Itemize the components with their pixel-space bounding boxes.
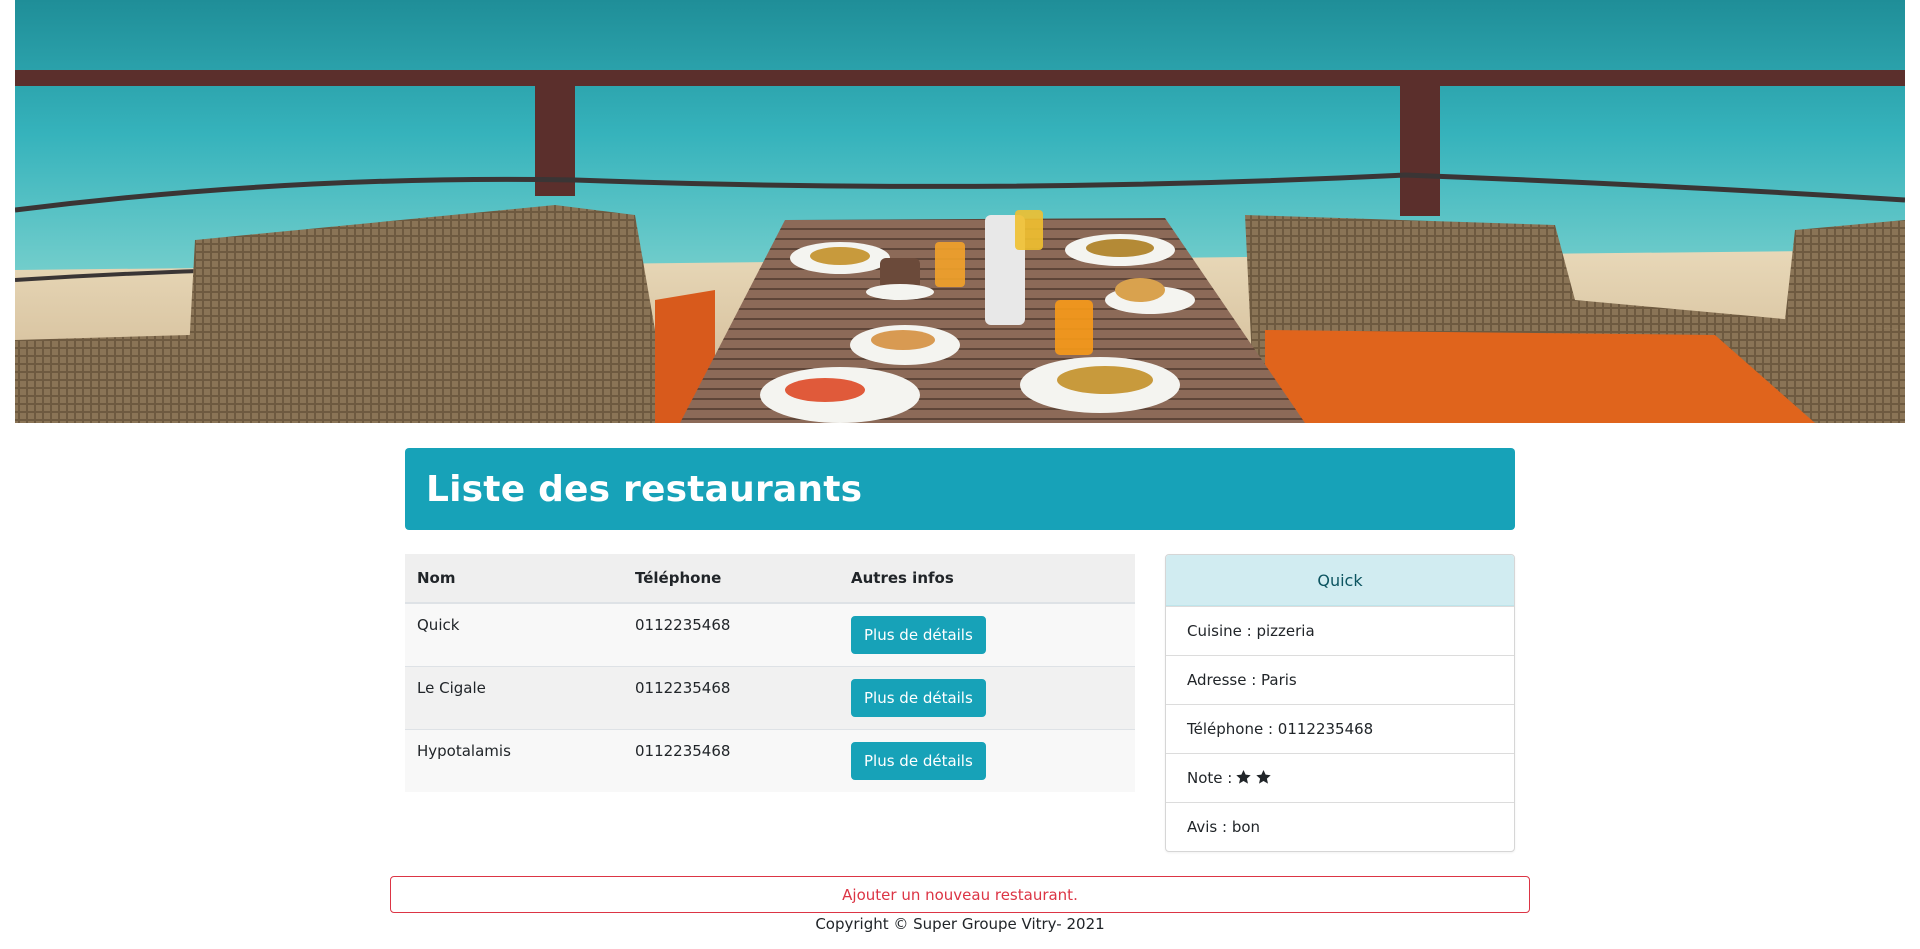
column-header-phone: Téléphone [623,554,839,604]
detail-rating-label: Note : [1187,769,1233,787]
table-row: Hypotalamis 0112235468 Plus de détails [405,729,1135,792]
page-title: Liste des restaurants [426,468,863,510]
table-row: Quick 0112235468 Plus de détails [405,603,1135,666]
detail-cuisine: Cuisine : pizzeria [1166,606,1514,655]
detail-review: Avis : bon [1166,802,1514,851]
details-cell: Plus de détails [839,666,1135,729]
restaurant-name: Le Cigale [417,678,486,697]
details-button[interactable]: Plus de détails [851,678,986,717]
restaurant-name: Hypotalamis [417,741,511,760]
detail-phone: Téléphone : 0112235468 [1166,704,1514,753]
restaurant-name: Quick [417,616,460,634]
column-header-name: Nom [405,554,623,604]
star-icon [1236,770,1252,784]
details-cell: Plus de détails [839,603,1135,666]
detail-address: Adresse : Paris [1166,655,1514,704]
restaurant-detail-card: Quick Cuisine : pizzeria Adresse : Paris… [1165,554,1515,852]
table-header-row: Nom Téléphone Autres infos [405,554,1135,604]
rating-stars [1232,769,1272,787]
detail-rating: Note : [1166,753,1514,802]
details-button[interactable]: Plus de détails [851,741,986,780]
hero-photo [15,0,1905,423]
star-icon [1256,770,1272,784]
page-title-banner: Liste des restaurants [405,448,1515,530]
restaurants-table: Nom Téléphone Autres infos Quick 0112235… [405,554,1135,792]
table-row: Le Cigale 0112235468 Plus de détails [405,666,1135,729]
add-restaurant-button[interactable]: Ajouter un nouveau restaurant. [390,876,1530,913]
restaurant-phone: 0112235468 [635,678,731,697]
details-button[interactable]: Plus de détails [851,616,986,654]
hero-image [15,0,1905,423]
column-header-other-info: Autres infos [839,554,1135,604]
footer-copyright: Copyright © Super Groupe Vitry- 2021 [815,915,1105,933]
detail-card-title: Quick [1166,555,1514,606]
restaurant-phone: 0112235468 [635,616,731,634]
details-cell: Plus de détails [839,729,1135,792]
restaurant-phone: 0112235468 [635,741,731,760]
restaurants-table-container: Nom Téléphone Autres infos Quick 0112235… [405,554,1135,792]
